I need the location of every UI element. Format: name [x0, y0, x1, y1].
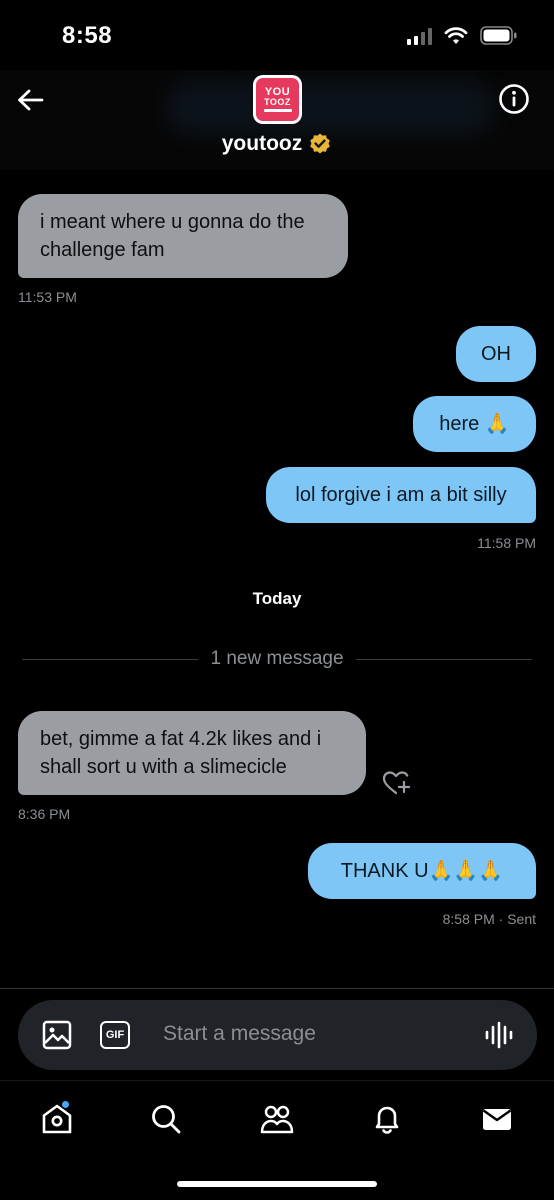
message-timestamp: 11:58 PM	[477, 535, 536, 551]
message-bubble-outgoing[interactable]: lol forgive i am a bit silly	[266, 467, 536, 523]
image-icon	[42, 1020, 72, 1050]
signal-icon	[407, 27, 432, 45]
message-bubble-outgoing[interactable]: here 🙏	[413, 396, 536, 452]
nav-communities[interactable]	[257, 1099, 297, 1139]
message-bubble-incoming[interactable]: i meant where u gonna do the challenge f…	[18, 194, 348, 278]
message-status-row: 8:58 PM · Sent	[443, 911, 536, 927]
new-message-divider: 1 new message	[22, 645, 533, 673]
search-icon	[152, 1105, 181, 1134]
new-message-label: 1 new message	[210, 648, 344, 669]
heart-plus-icon	[382, 771, 411, 795]
message-bubble-incoming[interactable]: bet, gimme a fat 4.2k likes and i shall …	[18, 711, 366, 795]
message-bubble-outgoing[interactable]: OH	[456, 326, 536, 382]
message-text: here 🙏	[439, 413, 510, 435]
voice-message-button[interactable]	[483, 1019, 515, 1051]
nav-notifications[interactable]	[367, 1099, 407, 1139]
home-indicator	[177, 1181, 377, 1187]
message-timestamp: 8:58 PM	[442, 911, 495, 927]
info-button[interactable]	[498, 83, 530, 115]
gif-button[interactable]: GIF	[100, 1021, 130, 1049]
add-reaction-button[interactable]	[380, 767, 412, 799]
message-text: bet, gimme a fat 4.2k likes and i shall …	[40, 728, 322, 778]
message-text: OH	[481, 343, 511, 365]
message-timestamp: 8:36 PM	[18, 806, 71, 822]
date-separator: Today	[252, 589, 302, 608]
arrow-left-icon	[18, 89, 44, 111]
nav-search[interactable]	[146, 1099, 186, 1139]
notifications-icon	[375, 1106, 399, 1134]
wifi-icon	[444, 26, 468, 44]
message-timestamp: 11:53 PM	[18, 289, 77, 305]
message-bubble-outgoing[interactable]: THANK U🙏🙏🙏	[308, 843, 536, 899]
nav-messages[interactable]	[477, 1099, 517, 1139]
conversation-header: YOU TOOZ youtooz	[0, 5, 554, 170]
messages-icon	[482, 1109, 512, 1130]
avatar[interactable]: YOU TOOZ	[253, 75, 302, 124]
image-button[interactable]	[42, 1020, 72, 1050]
audio-wave-icon	[485, 1021, 513, 1049]
contact-name: youtooz	[221, 132, 303, 155]
notification-dot	[61, 1100, 70, 1109]
back-button[interactable]	[14, 84, 46, 116]
message-composer: GIF Start a message	[18, 1000, 537, 1070]
message-input[interactable]: Start a message	[163, 1022, 316, 1046]
battery-icon	[480, 26, 517, 45]
message-status: · Sent	[498, 911, 536, 927]
status-icons	[407, 26, 518, 45]
message-text: i meant where u gonna do the challenge f…	[40, 211, 305, 261]
communities-icon	[260, 1105, 294, 1134]
avatar-text-bottom: TOOZ	[264, 97, 291, 107]
verified-badge-icon	[310, 133, 331, 154]
info-icon	[499, 84, 529, 114]
status-time: 8:58	[62, 22, 113, 49]
nav-home[interactable]	[37, 1099, 77, 1139]
status-bar: 8:58	[0, 0, 554, 70]
message-text: THANK U🙏🙏🙏	[340, 860, 504, 882]
message-text: lol forgive i am a bit silly	[295, 484, 507, 506]
contact-name-row[interactable]: youtooz	[0, 132, 554, 156]
